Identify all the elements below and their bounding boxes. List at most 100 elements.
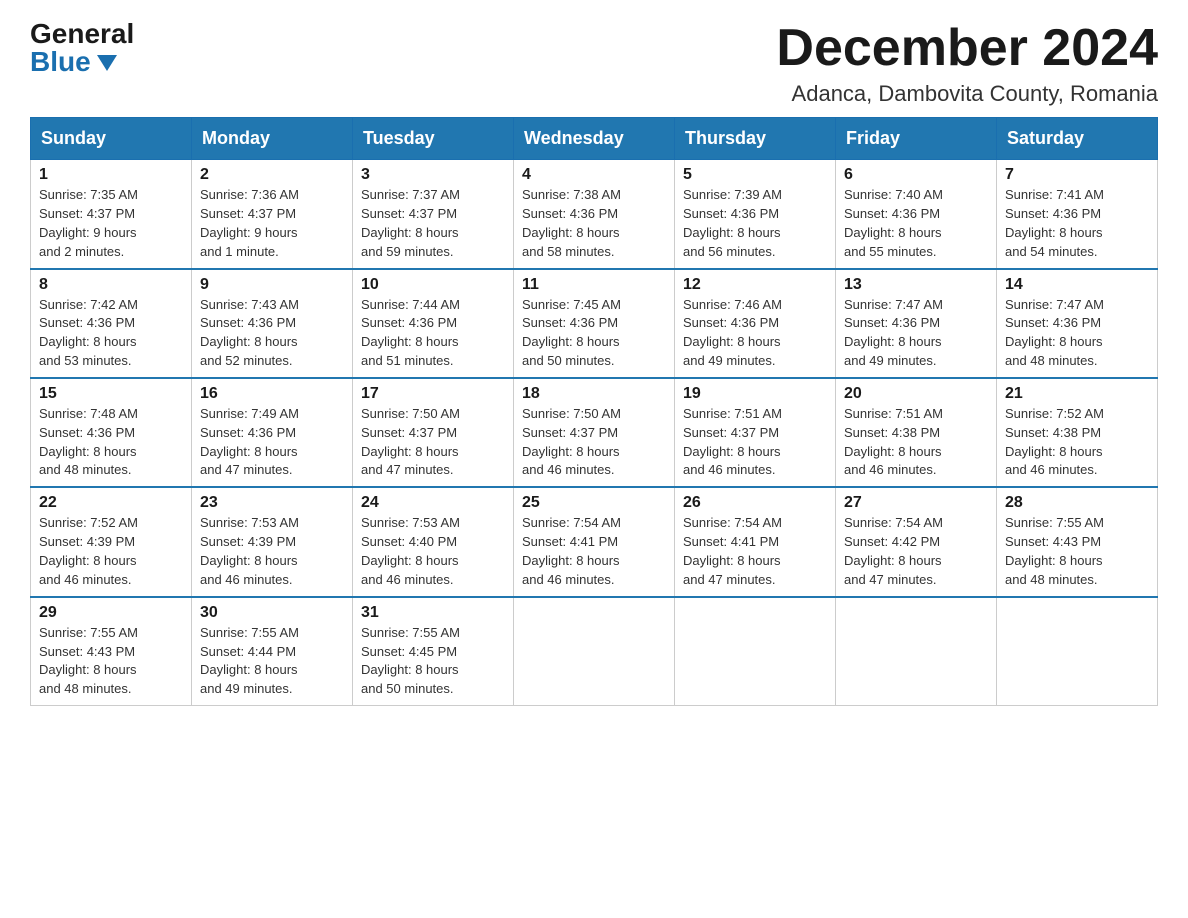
table-row: 17 Sunrise: 7:50 AMSunset: 4:37 PMDaylig… [353, 378, 514, 487]
logo: General Blue [30, 20, 134, 76]
day-number: 24 [361, 494, 505, 512]
table-row: 15 Sunrise: 7:48 AMSunset: 4:36 PMDaylig… [31, 378, 192, 487]
day-info: Sunrise: 7:55 AMSunset: 4:43 PMDaylight:… [1005, 515, 1104, 587]
day-number: 20 [844, 385, 988, 403]
day-info: Sunrise: 7:47 AMSunset: 4:36 PMDaylight:… [844, 297, 943, 369]
day-info: Sunrise: 7:51 AMSunset: 4:38 PMDaylight:… [844, 406, 943, 478]
day-number: 14 [1005, 276, 1149, 294]
title-section: December 2024 Adanca, Dambovita County, … [776, 20, 1158, 107]
logo-triangle-icon [97, 55, 117, 71]
table-row: 20 Sunrise: 7:51 AMSunset: 4:38 PMDaylig… [836, 378, 997, 487]
day-info: Sunrise: 7:42 AMSunset: 4:36 PMDaylight:… [39, 297, 138, 369]
header-saturday: Saturday [997, 118, 1158, 160]
table-row: 13 Sunrise: 7:47 AMSunset: 4:36 PMDaylig… [836, 269, 997, 378]
day-number: 3 [361, 166, 505, 184]
day-info: Sunrise: 7:49 AMSunset: 4:36 PMDaylight:… [200, 406, 299, 478]
day-info: Sunrise: 7:37 AMSunset: 4:37 PMDaylight:… [361, 187, 460, 259]
day-info: Sunrise: 7:54 AMSunset: 4:41 PMDaylight:… [522, 515, 621, 587]
month-title: December 2024 [776, 20, 1158, 77]
calendar-week-row: 1 Sunrise: 7:35 AMSunset: 4:37 PMDayligh… [31, 160, 1158, 269]
day-info: Sunrise: 7:55 AMSunset: 4:45 PMDaylight:… [361, 625, 460, 697]
table-row: 29 Sunrise: 7:55 AMSunset: 4:43 PMDaylig… [31, 597, 192, 706]
table-row: 11 Sunrise: 7:45 AMSunset: 4:36 PMDaylig… [514, 269, 675, 378]
table-row: 31 Sunrise: 7:55 AMSunset: 4:45 PMDaylig… [353, 597, 514, 706]
table-row: 12 Sunrise: 7:46 AMSunset: 4:36 PMDaylig… [675, 269, 836, 378]
day-number: 8 [39, 276, 183, 294]
table-row: 25 Sunrise: 7:54 AMSunset: 4:41 PMDaylig… [514, 487, 675, 596]
table-row: 23 Sunrise: 7:53 AMSunset: 4:39 PMDaylig… [192, 487, 353, 596]
table-row: 27 Sunrise: 7:54 AMSunset: 4:42 PMDaylig… [836, 487, 997, 596]
day-number: 13 [844, 276, 988, 294]
location-text: Adanca, Dambovita County, Romania [776, 81, 1158, 107]
day-info: Sunrise: 7:44 AMSunset: 4:36 PMDaylight:… [361, 297, 460, 369]
day-info: Sunrise: 7:54 AMSunset: 4:42 PMDaylight:… [844, 515, 943, 587]
day-info: Sunrise: 7:36 AMSunset: 4:37 PMDaylight:… [200, 187, 299, 259]
day-number: 2 [200, 166, 344, 184]
day-info: Sunrise: 7:52 AMSunset: 4:38 PMDaylight:… [1005, 406, 1104, 478]
calendar-week-row: 15 Sunrise: 7:48 AMSunset: 4:36 PMDaylig… [31, 378, 1158, 487]
day-number: 28 [1005, 494, 1149, 512]
table-row: 3 Sunrise: 7:37 AMSunset: 4:37 PMDayligh… [353, 160, 514, 269]
day-info: Sunrise: 7:51 AMSunset: 4:37 PMDaylight:… [683, 406, 782, 478]
day-info: Sunrise: 7:41 AMSunset: 4:36 PMDaylight:… [1005, 187, 1104, 259]
table-row: 22 Sunrise: 7:52 AMSunset: 4:39 PMDaylig… [31, 487, 192, 596]
day-info: Sunrise: 7:40 AMSunset: 4:36 PMDaylight:… [844, 187, 943, 259]
day-number: 30 [200, 604, 344, 622]
table-row: 14 Sunrise: 7:47 AMSunset: 4:36 PMDaylig… [997, 269, 1158, 378]
day-number: 10 [361, 276, 505, 294]
header-monday: Monday [192, 118, 353, 160]
table-row: 24 Sunrise: 7:53 AMSunset: 4:40 PMDaylig… [353, 487, 514, 596]
calendar-table: Sunday Monday Tuesday Wednesday Thursday… [30, 117, 1158, 706]
day-number: 22 [39, 494, 183, 512]
day-info: Sunrise: 7:48 AMSunset: 4:36 PMDaylight:… [39, 406, 138, 478]
calendar-header-row: Sunday Monday Tuesday Wednesday Thursday… [31, 118, 1158, 160]
table-row: 1 Sunrise: 7:35 AMSunset: 4:37 PMDayligh… [31, 160, 192, 269]
table-row: 21 Sunrise: 7:52 AMSunset: 4:38 PMDaylig… [997, 378, 1158, 487]
day-number: 29 [39, 604, 183, 622]
day-info: Sunrise: 7:35 AMSunset: 4:37 PMDaylight:… [39, 187, 138, 259]
logo-blue-text: Blue [30, 48, 117, 76]
page-header: General Blue December 2024 Adanca, Dambo… [30, 20, 1158, 107]
day-info: Sunrise: 7:53 AMSunset: 4:40 PMDaylight:… [361, 515, 460, 587]
header-tuesday: Tuesday [353, 118, 514, 160]
calendar-week-row: 22 Sunrise: 7:52 AMSunset: 4:39 PMDaylig… [31, 487, 1158, 596]
day-number: 15 [39, 385, 183, 403]
header-thursday: Thursday [675, 118, 836, 160]
day-info: Sunrise: 7:53 AMSunset: 4:39 PMDaylight:… [200, 515, 299, 587]
table-row: 2 Sunrise: 7:36 AMSunset: 4:37 PMDayligh… [192, 160, 353, 269]
day-number: 21 [1005, 385, 1149, 403]
header-wednesday: Wednesday [514, 118, 675, 160]
table-row: 19 Sunrise: 7:51 AMSunset: 4:37 PMDaylig… [675, 378, 836, 487]
header-sunday: Sunday [31, 118, 192, 160]
day-info: Sunrise: 7:52 AMSunset: 4:39 PMDaylight:… [39, 515, 138, 587]
day-info: Sunrise: 7:55 AMSunset: 4:44 PMDaylight:… [200, 625, 299, 697]
day-info: Sunrise: 7:43 AMSunset: 4:36 PMDaylight:… [200, 297, 299, 369]
day-info: Sunrise: 7:55 AMSunset: 4:43 PMDaylight:… [39, 625, 138, 697]
calendar-week-row: 8 Sunrise: 7:42 AMSunset: 4:36 PMDayligh… [31, 269, 1158, 378]
day-number: 7 [1005, 166, 1149, 184]
day-number: 17 [361, 385, 505, 403]
day-number: 12 [683, 276, 827, 294]
day-info: Sunrise: 7:50 AMSunset: 4:37 PMDaylight:… [361, 406, 460, 478]
table-row: 30 Sunrise: 7:55 AMSunset: 4:44 PMDaylig… [192, 597, 353, 706]
table-row: 10 Sunrise: 7:44 AMSunset: 4:36 PMDaylig… [353, 269, 514, 378]
day-number: 31 [361, 604, 505, 622]
day-number: 11 [522, 276, 666, 294]
table-row: 4 Sunrise: 7:38 AMSunset: 4:36 PMDayligh… [514, 160, 675, 269]
day-number: 23 [200, 494, 344, 512]
day-info: Sunrise: 7:54 AMSunset: 4:41 PMDaylight:… [683, 515, 782, 587]
logo-general-text: General [30, 20, 134, 48]
table-row [675, 597, 836, 706]
day-info: Sunrise: 7:50 AMSunset: 4:37 PMDaylight:… [522, 406, 621, 478]
table-row [836, 597, 997, 706]
table-row: 18 Sunrise: 7:50 AMSunset: 4:37 PMDaylig… [514, 378, 675, 487]
day-number: 16 [200, 385, 344, 403]
day-number: 18 [522, 385, 666, 403]
day-info: Sunrise: 7:47 AMSunset: 4:36 PMDaylight:… [1005, 297, 1104, 369]
day-number: 26 [683, 494, 827, 512]
table-row: 8 Sunrise: 7:42 AMSunset: 4:36 PMDayligh… [31, 269, 192, 378]
day-info: Sunrise: 7:38 AMSunset: 4:36 PMDaylight:… [522, 187, 621, 259]
table-row: 9 Sunrise: 7:43 AMSunset: 4:36 PMDayligh… [192, 269, 353, 378]
header-friday: Friday [836, 118, 997, 160]
day-number: 27 [844, 494, 988, 512]
